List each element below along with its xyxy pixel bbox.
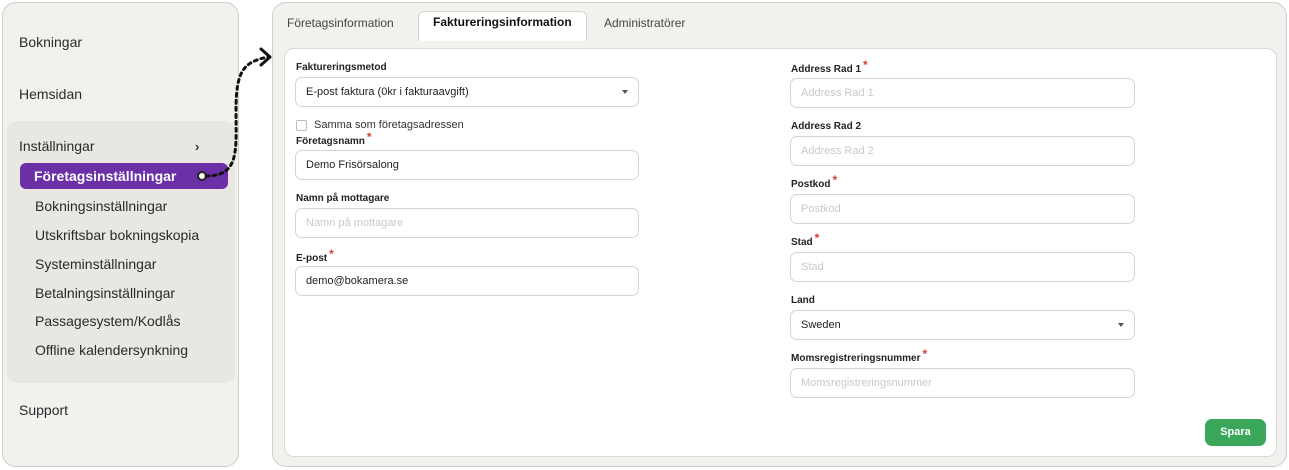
city-field[interactable]: Stad [790,252,1135,282]
address1-label: Address Rad 1 * [791,58,868,75]
country-label: Land [791,295,815,306]
address1-field[interactable]: Address Rad 1 [790,78,1135,108]
caret-down-icon [1118,323,1124,327]
vat-field[interactable]: Momsregistreringsnummer [790,368,1135,398]
required-marker: * [863,58,868,72]
vat-label: Momsregistreringsnummer * [791,347,928,364]
postcode-field[interactable]: Postkod [790,194,1135,224]
save-button[interactable]: Spara [1205,419,1266,446]
vat-label-text: Momsregistreringsnummer [791,353,921,364]
company-name-field[interactable]: Demo Frisörsalong [295,150,639,180]
billing-method-label: Faktureringsmetod [296,62,387,73]
city-label-text: Stad [791,237,813,248]
city-label: Stad * [791,231,820,248]
address1-label-text: Address Rad 1 [791,64,862,75]
email-label-text: E-post [296,253,328,264]
recipient-field[interactable]: Namn på mottagare [295,208,639,238]
address2-field[interactable]: Address Rad 2 [790,136,1135,166]
required-marker: * [922,347,928,361]
address2-label: Address Rad 2 [791,121,862,132]
tab-administrators[interactable]: Administratörer [604,13,685,41]
required-marker: * [832,173,838,187]
postcode-label-text: Postkod [791,179,831,190]
recipient-label: Namn på mottagare [296,193,390,204]
required-marker: * [814,231,820,245]
required-marker: * [366,130,372,144]
caret-down-icon [622,90,628,94]
main-panel: Företagsinformation Faktureringsinformat… [272,2,1287,467]
required-marker: * [329,247,334,261]
country-select[interactable]: Sweden [790,310,1135,340]
tab-billing-info[interactable]: Faktureringsinformation [418,11,587,41]
tab-company-info[interactable]: Företagsinformation [287,13,394,41]
email-field[interactable]: demo@bokamera.se [295,266,639,296]
billing-method-value: E-post faktura (0kr i fakturaavgift) [306,86,469,98]
same-address-label: Samma som företagsadressen [314,119,464,131]
billing-method-select[interactable]: E-post faktura (0kr i fakturaavgift) [295,77,639,107]
billing-form: Faktureringsmetod E-post faktura (0kr i … [284,48,1277,457]
company-name-label: Företagsnamn * [296,130,372,147]
company-name-label-text: Företagsnamn [296,136,365,147]
country-value: Sweden [801,319,841,331]
postcode-label: Postkod * [791,173,838,190]
same-address-checkbox[interactable] [296,120,307,131]
email-label: E-post * [296,247,334,264]
